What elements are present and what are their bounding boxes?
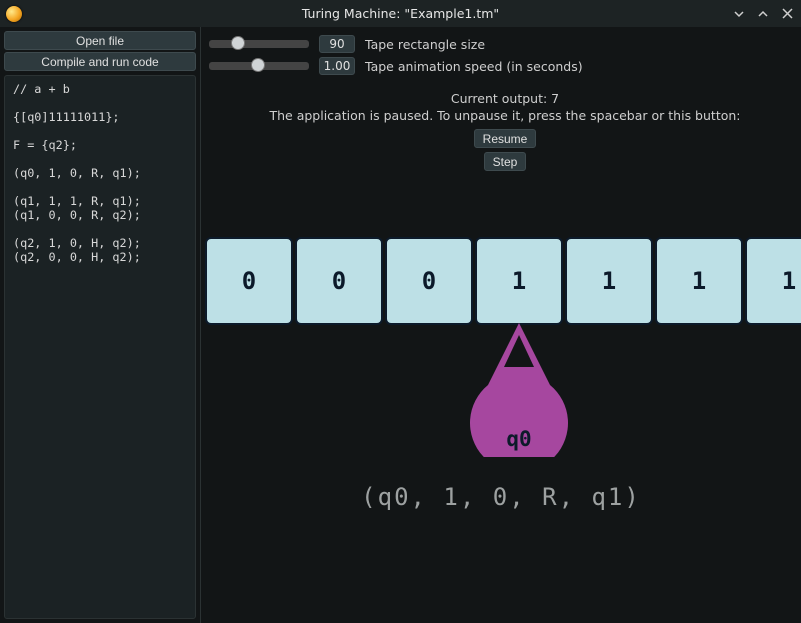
main-panel: 90 Tape rectangle size 1.00 Tape animati… bbox=[201, 27, 801, 623]
tape-cell: 0 bbox=[295, 237, 383, 325]
slider-thumb[interactable] bbox=[251, 58, 265, 72]
rect-size-value[interactable]: 90 bbox=[319, 35, 355, 53]
status-area: Current output: 7 The application is pau… bbox=[209, 91, 801, 123]
rect-size-slider[interactable] bbox=[209, 40, 309, 48]
open-file-button[interactable]: Open file bbox=[4, 31, 196, 50]
sidebar: Open file Compile and run code // a + b … bbox=[0, 27, 201, 623]
tape-cell: 0 bbox=[205, 237, 293, 325]
tape-cell: 0 bbox=[385, 237, 473, 325]
tape-cell: 1 bbox=[745, 237, 801, 325]
output-line: Current output: 7 bbox=[209, 91, 801, 106]
anim-speed-slider[interactable] bbox=[209, 62, 309, 70]
anim-speed-label: Tape animation speed (in seconds) bbox=[365, 59, 583, 74]
anim-speed-row: 1.00 Tape animation speed (in seconds) bbox=[209, 57, 801, 75]
paused-line: The application is paused. To unpause it… bbox=[209, 108, 801, 123]
slider-thumb[interactable] bbox=[231, 36, 245, 50]
maximize-icon[interactable] bbox=[755, 6, 771, 22]
tape-cell: 1 bbox=[655, 237, 743, 325]
tape-area: 0001111 q0 (q0, 1, 0, R, q1) bbox=[201, 237, 801, 511]
rect-size-label: Tape rectangle size bbox=[365, 37, 485, 52]
close-icon[interactable] bbox=[779, 6, 795, 22]
resume-button[interactable]: Resume bbox=[474, 129, 537, 148]
tape: 0001111 bbox=[201, 237, 801, 325]
tape-cell: 1 bbox=[565, 237, 653, 325]
compile-run-button[interactable]: Compile and run code bbox=[4, 52, 196, 71]
window-title: Turing Machine: "Example1.tm" bbox=[0, 6, 801, 21]
tape-cell: 1 bbox=[475, 237, 563, 325]
app-icon bbox=[6, 6, 22, 22]
rect-size-row: 90 Tape rectangle size bbox=[209, 35, 801, 53]
transition-display: (q0, 1, 0, R, q1) bbox=[201, 483, 801, 511]
titlebar: Turing Machine: "Example1.tm" bbox=[0, 0, 801, 27]
head-state-label: q0 bbox=[470, 427, 568, 451]
step-button[interactable]: Step bbox=[484, 152, 527, 171]
anim-speed-value[interactable]: 1.00 bbox=[319, 57, 355, 75]
code-editor[interactable]: // a + b {[q0]11111011}; F = {q2}; (q0, … bbox=[4, 75, 196, 619]
tape-head: q0 bbox=[470, 323, 568, 457]
minimize-icon[interactable] bbox=[731, 6, 747, 22]
